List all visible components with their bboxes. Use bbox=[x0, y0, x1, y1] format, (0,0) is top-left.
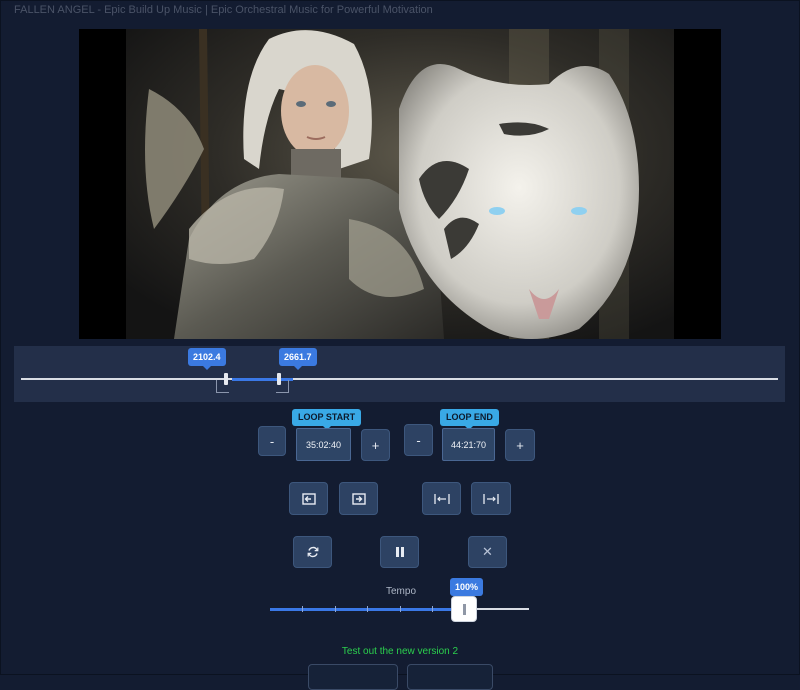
video-player[interactable] bbox=[79, 29, 721, 339]
pause-button[interactable] bbox=[380, 536, 419, 568]
jump-to-loop-end-button[interactable] bbox=[471, 482, 511, 515]
refresh-icon bbox=[307, 546, 318, 558]
loop-end-handle[interactable] bbox=[277, 373, 281, 385]
loop-end-time[interactable]: 44:21:70 bbox=[442, 428, 495, 461]
close-icon: ✕ bbox=[482, 544, 493, 559]
loop-end-label: LOOP END bbox=[440, 409, 499, 430]
jump-to-loop-start-button[interactable] bbox=[422, 482, 461, 515]
loop-start-tooltip: 2102.4 bbox=[188, 348, 226, 370]
knob-grip-icon bbox=[463, 604, 466, 615]
set-loop-start-button[interactable] bbox=[289, 482, 328, 515]
loop-start-time[interactable]: 35:02:40 bbox=[296, 428, 351, 461]
loop-start-minus-button[interactable]: - bbox=[258, 426, 286, 456]
loop-start-label: LOOP START bbox=[292, 409, 362, 430]
timeline-track[interactable] bbox=[21, 378, 778, 380]
loop-end-minus-button[interactable]: - bbox=[404, 424, 433, 456]
bracket-left-arrow-icon bbox=[301, 492, 316, 505]
tempo-tick bbox=[432, 606, 433, 612]
loop-end-tooltip: 2661.7 bbox=[279, 348, 317, 370]
tempo-label: Tempo bbox=[386, 586, 417, 597]
loop-timeline[interactable]: 2102.4 2661.7 bbox=[14, 346, 785, 402]
bracket-right-arrow-icon bbox=[351, 492, 366, 505]
tempo-tick bbox=[335, 606, 336, 612]
bottom-button-left[interactable] bbox=[308, 664, 398, 690]
skip-to-end-icon bbox=[483, 493, 499, 504]
bottom-button-right[interactable] bbox=[407, 664, 493, 690]
close-loop-button[interactable]: ✕ bbox=[468, 536, 507, 568]
loop-end-plus-button[interactable]: + bbox=[505, 429, 535, 461]
loop-start-handle[interactable] bbox=[224, 373, 228, 385]
tempo-tick bbox=[302, 606, 303, 612]
loop-toggle-button[interactable] bbox=[293, 536, 332, 568]
loop-start-plus-button[interactable]: + bbox=[361, 429, 390, 461]
tempo-value-tooltip: 100% bbox=[450, 578, 484, 600]
video-title: FALLEN ANGEL - Epic Build Up Music | Epi… bbox=[14, 4, 433, 16]
set-loop-end-button[interactable] bbox=[339, 482, 378, 515]
pause-icon bbox=[395, 547, 404, 557]
tempo-tick bbox=[400, 606, 401, 612]
video-thumbnail bbox=[79, 29, 721, 339]
promo-link[interactable]: Test out the new version 2 bbox=[0, 646, 800, 657]
skip-to-start-icon bbox=[433, 493, 450, 504]
tempo-slider-knob[interactable] bbox=[451, 596, 477, 622]
tempo-tick bbox=[367, 606, 368, 612]
